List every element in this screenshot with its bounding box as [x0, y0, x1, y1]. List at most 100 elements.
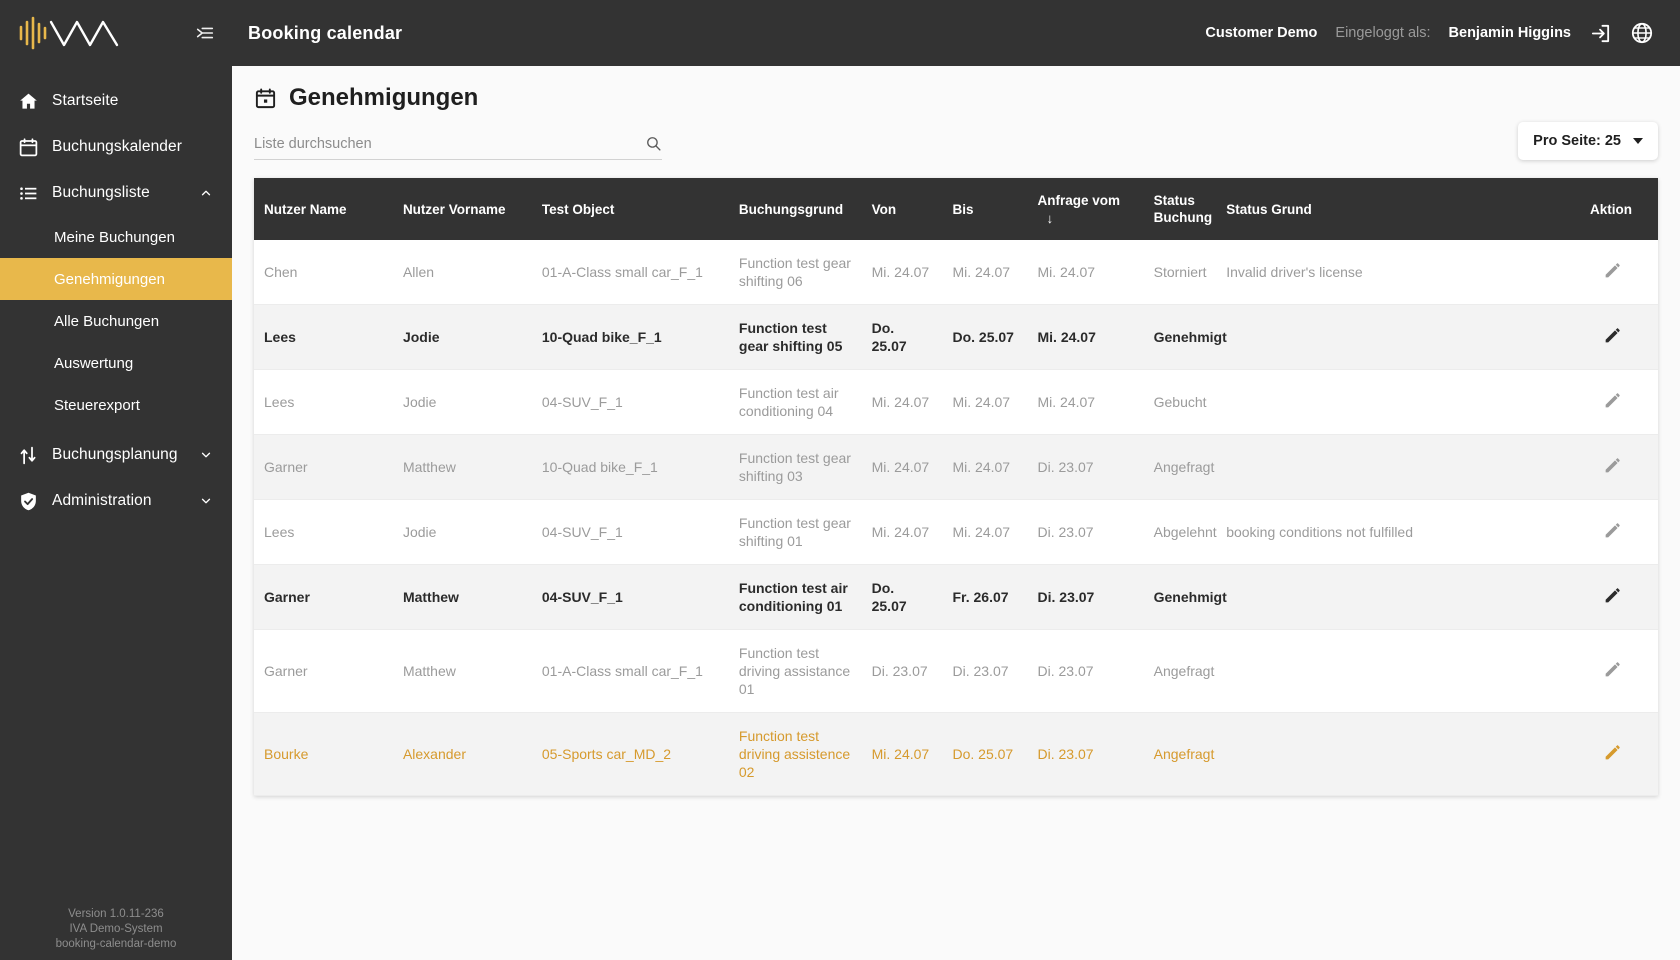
cell-anfrage-vom: Di. 23.07: [1037, 663, 1094, 679]
cell-buchungsgrund: Function test driving assistance 01: [738, 645, 851, 697]
cell-buchungsgrund: Function test air conditioning 04: [738, 385, 839, 419]
sidebar-item-administration[interactable]: Administration: [0, 478, 232, 524]
column-header-anfrage-vom[interactable]: Anfrage vom ↓: [1028, 178, 1144, 240]
cell-buchungsgrund: Function test gear shifting 06: [738, 255, 851, 289]
cell-aktion: [1569, 370, 1658, 435]
cell-test-object: 01-A-Class small car_F_1: [541, 264, 703, 280]
topbar-right: Customer Demo Eingeloggt als: Benjamin H…: [1205, 21, 1654, 45]
globe-icon[interactable]: [1630, 21, 1654, 45]
sidebar-subitem-meine-buchungen[interactable]: Meine Buchungen: [0, 216, 232, 258]
content-area: Genehmigungen Pro Seite: 25: [232, 66, 1680, 960]
calendar-icon: [18, 137, 44, 158]
cell-status-buchung: Genehmigt: [1153, 329, 1227, 345]
sidebar-item-label: Buchungskalender: [52, 138, 182, 155]
cell-status-grund: Invalid driver's license: [1226, 264, 1363, 280]
cell-bis: Do. 25.07: [952, 329, 1014, 345]
cell-bis: Do. 25.07: [952, 746, 1014, 762]
cell-nutzer-name: Garner: [264, 459, 308, 475]
table-head: Nutzer Name Nutzer Vorname Test Object B…: [254, 178, 1658, 240]
table-row[interactable]: Bourke Alexander 05-Sports car_MD_2 Functio…: [254, 712, 1658, 796]
pencil-icon[interactable]: [1602, 584, 1624, 610]
cell-von: Mi. 24.07: [871, 264, 930, 280]
chevron-down-icon: [198, 448, 214, 462]
table-row[interactable]: Garner Matthew 04-SUV_F_1 Function test air…: [254, 564, 1658, 630]
customer-name: Customer Demo: [1205, 25, 1318, 41]
cell-aktion: [1569, 500, 1658, 565]
cell-buchungsgrund: Function test gear shifting 03: [738, 450, 851, 484]
sidebar-subitem-genehmigungen[interactable]: Genehmigungen: [0, 258, 232, 300]
cell-anfrage-vom: Mi. 24.07: [1037, 394, 1096, 410]
system-text: IVA Demo-System: [69, 923, 163, 935]
search-input[interactable]: [254, 135, 645, 152]
sidebar-item-label: Buchungsplanung: [52, 446, 178, 463]
pencil-icon[interactable]: [1602, 324, 1624, 350]
collapse-sidebar-icon[interactable]: [194, 22, 216, 44]
cell-status-grund: [1216, 305, 1569, 370]
sidebar-item-label: Startseite: [52, 92, 119, 109]
sidebar-subitem-label: Auswertung: [54, 354, 134, 372]
table-row[interactable]: Lees Jodie 04-SUV_F_1 Function test gear sh…: [254, 500, 1658, 565]
column-header-status-buchung[interactable]: Status Buchung: [1144, 178, 1217, 240]
sidebar-item-buchungsplanung[interactable]: Buchungsplanung: [0, 432, 232, 478]
logged-in-label: Eingeloggt als:: [1335, 25, 1431, 41]
sidebar-subitem-auswertung[interactable]: Auswertung: [0, 342, 232, 384]
column-header-von[interactable]: Von: [862, 178, 943, 240]
sidebar-brand-row: [0, 0, 232, 66]
table-row[interactable]: Lees Jodie 04-SUV_F_1 Function test air con…: [254, 370, 1658, 435]
table-row[interactable]: Lees Jodie 10-Quad bike_F_1 Function test g…: [254, 304, 1658, 370]
column-header-status-grund[interactable]: Status Grund: [1216, 178, 1569, 240]
cell-bis: Mi. 24.07: [952, 524, 1011, 540]
cell-anfrage-vom: Di. 23.07: [1037, 459, 1094, 475]
sidebar-subitem-label: Steuerexport: [54, 396, 140, 414]
pencil-icon[interactable]: [1602, 519, 1624, 545]
column-header-bis[interactable]: Bis: [942, 178, 1027, 240]
cell-von: Mi. 24.07: [871, 746, 930, 762]
cell-bis: Fr. 26.07: [952, 589, 1009, 605]
pencil-icon[interactable]: [1602, 741, 1624, 767]
cell-test-object: 10-Quad bike_F_1: [541, 329, 662, 345]
column-header-nutzer-vorname[interactable]: Nutzer Vorname: [393, 178, 532, 240]
cell-von: Do. 25.07: [871, 320, 907, 354]
sidebar-item-label: Buchungsliste: [52, 184, 150, 201]
search-icon[interactable]: [645, 135, 662, 152]
column-header-test-object[interactable]: Test Object: [532, 178, 729, 240]
cell-status-buchung: Gebucht: [1153, 394, 1207, 410]
chevron-up-icon: [198, 186, 214, 200]
table-row[interactable]: Chen Allen 01-A-Class small car_F_1 Functio…: [254, 240, 1658, 305]
cell-test-object: 10-Quad bike_F_1: [541, 459, 658, 475]
column-header-nutzer-name[interactable]: Nutzer Name: [254, 178, 393, 240]
sidebar-item-buchungskalender[interactable]: Buchungskalender: [0, 124, 232, 170]
per-page-dropdown[interactable]: Pro Seite: 25: [1518, 122, 1658, 160]
sidebar-item-startseite[interactable]: Startseite: [0, 78, 232, 124]
cell-status-grund: [1216, 565, 1569, 630]
pencil-icon[interactable]: [1602, 259, 1624, 285]
chevron-down-icon: [198, 494, 214, 508]
sidebar-subitem-alle-buchungen[interactable]: Alle Buchungen: [0, 300, 232, 342]
approvals-table: Nutzer Name Nutzer Vorname Test Object B…: [254, 178, 1658, 796]
cell-buchungsgrund: Function test driving assistence 02: [738, 728, 851, 780]
cell-aktion: [1569, 565, 1658, 630]
cell-status-buchung: Angefragt: [1153, 663, 1215, 679]
pencil-icon[interactable]: [1602, 658, 1624, 684]
pencil-icon[interactable]: [1602, 454, 1624, 480]
per-page-label: Pro Seite: 25: [1533, 133, 1621, 149]
page-title: Genehmigungen: [289, 84, 479, 111]
pencil-icon[interactable]: [1602, 389, 1624, 415]
sort-descending-icon: ↓: [1046, 211, 1054, 226]
search-field[interactable]: [254, 135, 662, 160]
cell-nutzer-name: Bourke: [264, 746, 309, 762]
cell-test-object: 04-SUV_F_1: [541, 524, 623, 540]
sidebar-subitem-steuerexport[interactable]: Steuerexport: [0, 384, 232, 426]
table-body: Chen Allen 01-A-Class small car_F_1 Functio…: [254, 240, 1658, 796]
column-header-buchungsgrund[interactable]: Buchungsgrund: [729, 178, 862, 240]
table-row[interactable]: Garner Matthew 01-A-Class small car_F_1 Fun…: [254, 630, 1658, 713]
swap-icon: [18, 445, 44, 466]
sidebar-footer: Version 1.0.11-236 IVA Demo-System booki…: [0, 907, 232, 952]
shield-check-icon: [18, 491, 44, 512]
home-icon: [18, 91, 44, 112]
table-row[interactable]: Garner Matthew 10-Quad bike_F_1 Function te…: [254, 434, 1658, 500]
sidebar-subitem-label: Meine Buchungen: [54, 228, 175, 246]
cell-status-buchung: Genehmigt: [1153, 589, 1227, 605]
sidebar-item-buchungsliste[interactable]: Buchungsliste: [0, 170, 232, 216]
logout-icon[interactable]: [1589, 22, 1612, 45]
